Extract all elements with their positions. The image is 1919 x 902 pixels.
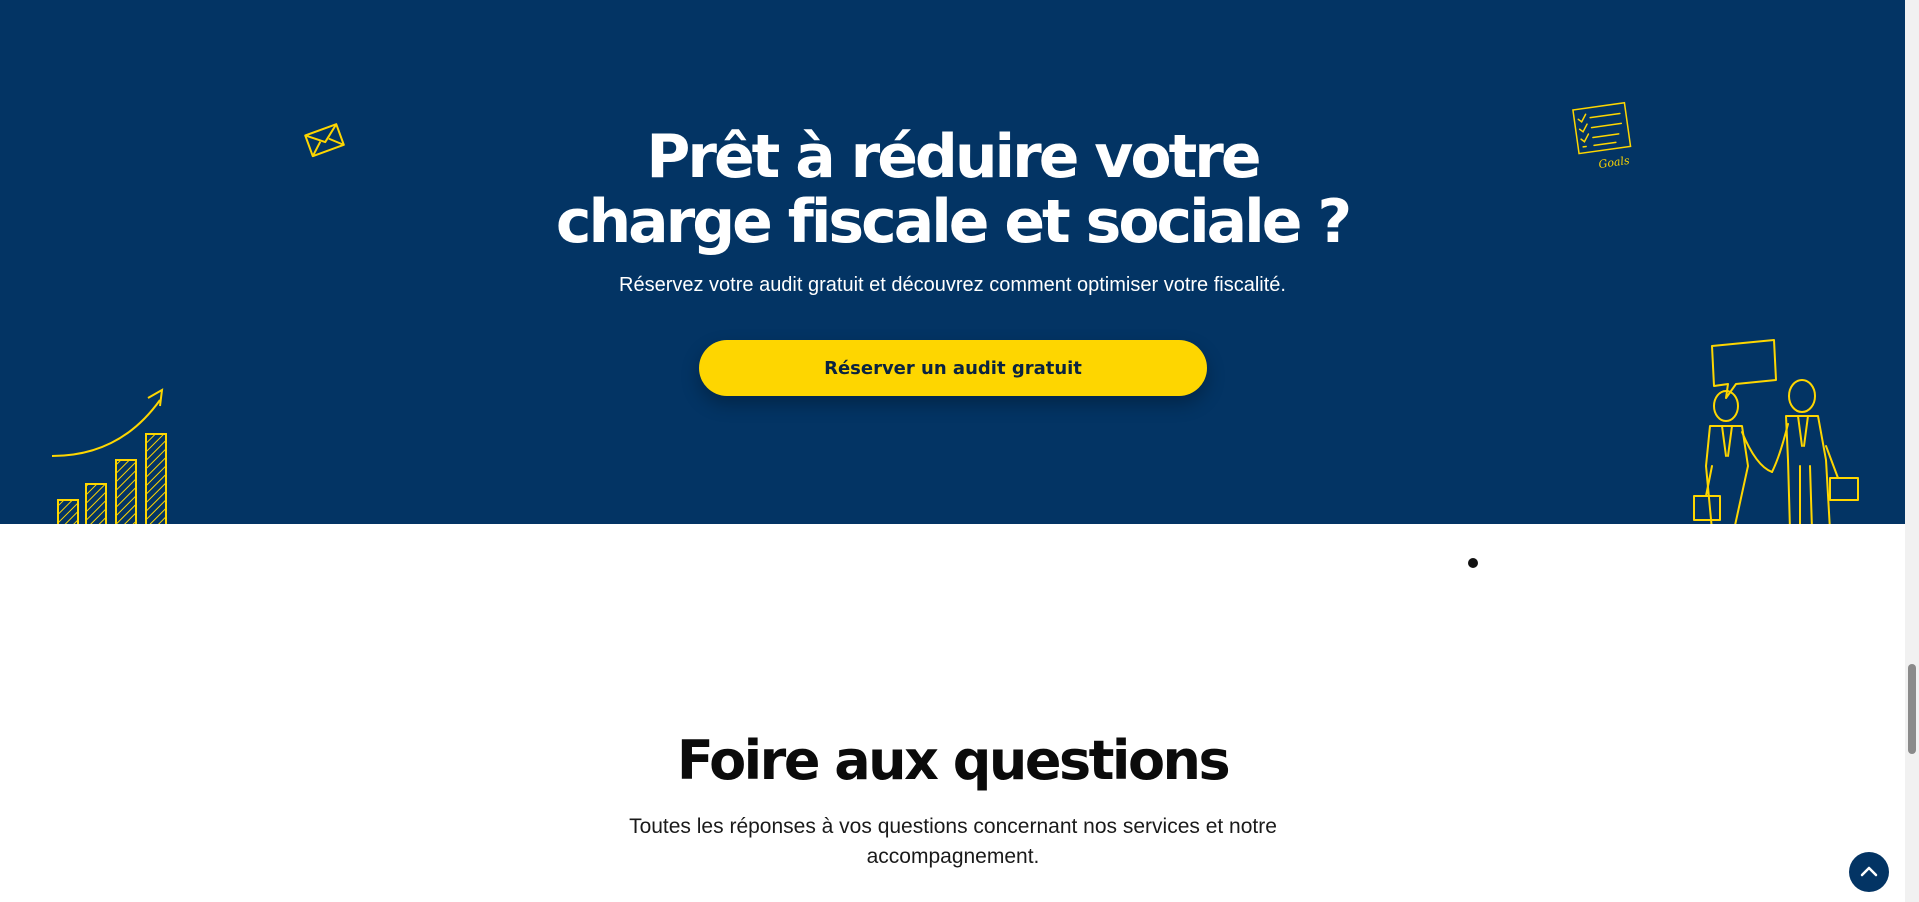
faq-subtitle: Toutes les réponses à vos questions conc… <box>629 815 1277 868</box>
cta-title-line-1: Prêt à réduire votre <box>646 122 1261 192</box>
carousel-dot[interactable] <box>1468 558 1478 568</box>
cta-title-line-2: charge fiscale et sociale ? <box>555 187 1352 257</box>
business-handshake-icon <box>1693 339 1859 524</box>
page-scrollbar[interactable] <box>1905 0 1919 902</box>
cta-section: Goals Prêt à réduire votre charge fiscal… <box>0 0 1905 524</box>
faq-title: Foire aux questions <box>676 729 1231 792</box>
chevron-up-icon <box>1860 866 1878 877</box>
scrollbar-thumb[interactable] <box>1908 664 1916 754</box>
cta-subtitle: Réservez votre audit gratuit et découvre… <box>619 274 1286 296</box>
book-free-audit-button[interactable]: Réserver un audit gratuit <box>699 340 1207 396</box>
cta-title: Prêt à réduire votre charge fiscale et s… <box>0 125 1905 255</box>
back-to-top-button[interactable] <box>1849 852 1889 892</box>
growth-chart-icon <box>51 388 167 524</box>
